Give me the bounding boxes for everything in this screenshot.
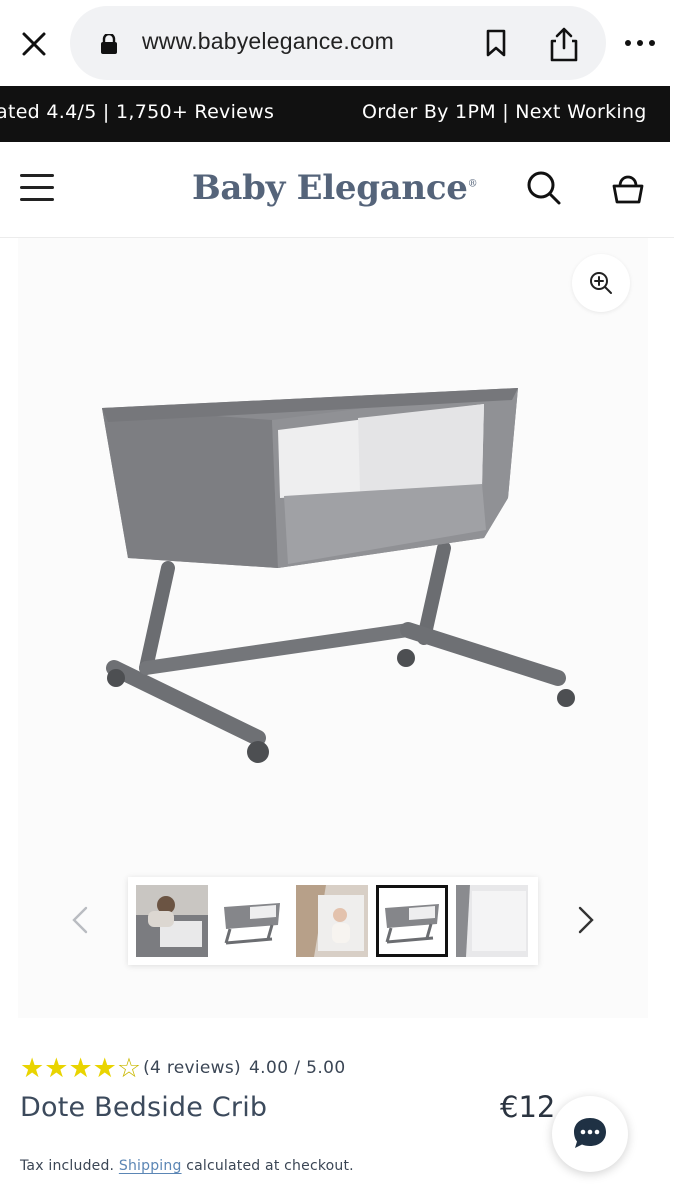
share-icon[interactable] xyxy=(548,26,580,62)
product-title: Dote Bedside Crib xyxy=(20,1092,268,1123)
thumbnail-mesh-detail[interactable] xyxy=(456,885,528,957)
menu-icon[interactable] xyxy=(20,174,54,204)
next-image-arrow[interactable] xyxy=(574,904,598,936)
basket-icon[interactable] xyxy=(608,168,648,208)
announcement-bar: ated 4.4/5 | 1,750+ Reviews Order By 1PM… xyxy=(0,86,670,142)
chat-bubble-icon xyxy=(574,1118,606,1148)
site-header: Baby Elegance® xyxy=(0,142,674,238)
star-icon: ★ xyxy=(92,1052,117,1084)
tax-prefix: Tax included. xyxy=(20,1158,119,1174)
star-icon: ★ xyxy=(68,1052,93,1084)
zoom-in-icon xyxy=(590,272,612,294)
thumbnail-baby-in-crib[interactable] xyxy=(296,885,368,957)
address-bar[interactable]: www.babyelegance.com xyxy=(70,6,606,80)
product-gallery xyxy=(18,238,648,1018)
lock-icon xyxy=(101,34,117,54)
url-text: www.babyelegance.com xyxy=(142,28,395,54)
price-visible: €12 xyxy=(500,1090,556,1124)
thumbnail-crib-front[interactable] xyxy=(376,885,448,957)
logo-trademark: ® xyxy=(467,178,478,190)
rating-stars: ★ ★ ★ ★ ☆ xyxy=(20,1055,141,1082)
rating-score: 4.00 / 5.00 xyxy=(248,1058,346,1078)
shipping-link[interactable]: Shipping xyxy=(119,1158,182,1174)
tax-note: Tax included. Shipping calculated at che… xyxy=(20,1158,354,1174)
close-icon xyxy=(22,32,46,56)
search-icon[interactable] xyxy=(524,168,564,208)
thumbnail-parent-with-baby[interactable] xyxy=(136,885,208,957)
announcement-delivery: Order By 1PM | Next Working xyxy=(362,101,647,123)
close-tab-button[interactable] xyxy=(14,26,54,62)
star-outline-icon: ☆ xyxy=(116,1052,142,1084)
announcement-rating: ated 4.4/5 | 1,750+ Reviews xyxy=(0,101,275,123)
star-icon: ★ xyxy=(44,1052,69,1084)
product-image-bedside-crib[interactable] xyxy=(88,368,588,788)
tax-suffix: calculated at checkout. xyxy=(181,1158,354,1174)
thumbnail-strip xyxy=(128,877,538,965)
product-rating[interactable]: ★ ★ ★ ★ ☆ (4 reviews) 4.00 / 5.00 xyxy=(20,1054,346,1082)
logo-text: Baby Elegance xyxy=(192,168,468,208)
thumbnail-crib-grey[interactable] xyxy=(216,885,288,957)
previous-image-arrow[interactable] xyxy=(68,904,92,936)
star-icon: ★ xyxy=(20,1052,45,1084)
more-icon[interactable] xyxy=(622,30,658,56)
zoom-button[interactable] xyxy=(572,254,630,312)
reviews-count[interactable]: (4 reviews) xyxy=(143,1058,241,1078)
site-logo[interactable]: Baby Elegance® xyxy=(192,168,478,208)
chat-button[interactable] xyxy=(552,1096,628,1172)
bookmark-icon[interactable] xyxy=(484,29,508,57)
browser-bar: www.babyelegance.com xyxy=(0,0,674,86)
